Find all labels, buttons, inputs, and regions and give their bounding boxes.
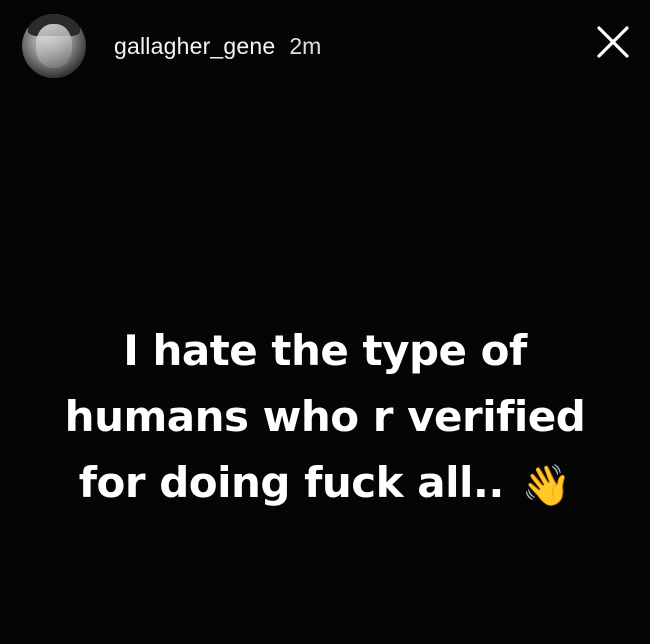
caption-line-2: humans who r verified [64, 392, 586, 441]
caption-line-3-text: for doing fuck all.. [78, 458, 505, 507]
story-timestamp: 2m [289, 32, 322, 59]
close-button[interactable] [596, 25, 630, 59]
story-header: gallagher_gene 2m [22, 14, 321, 78]
waving-hand-icon: 👋 [521, 462, 572, 509]
close-icon [597, 26, 629, 58]
caption-line-3: for doing fuck all.. 👋 [0, 450, 650, 516]
story-caption: I hate the type of humans who r verified… [0, 318, 650, 516]
avatar-face [36, 24, 72, 68]
caption-line-1: I hate the type of [123, 326, 527, 375]
story-viewer[interactable]: gallagher_gene 2m I hate the type of hum… [0, 0, 650, 644]
avatar[interactable] [22, 14, 86, 78]
username-link[interactable]: gallagher_gene [114, 33, 275, 60]
